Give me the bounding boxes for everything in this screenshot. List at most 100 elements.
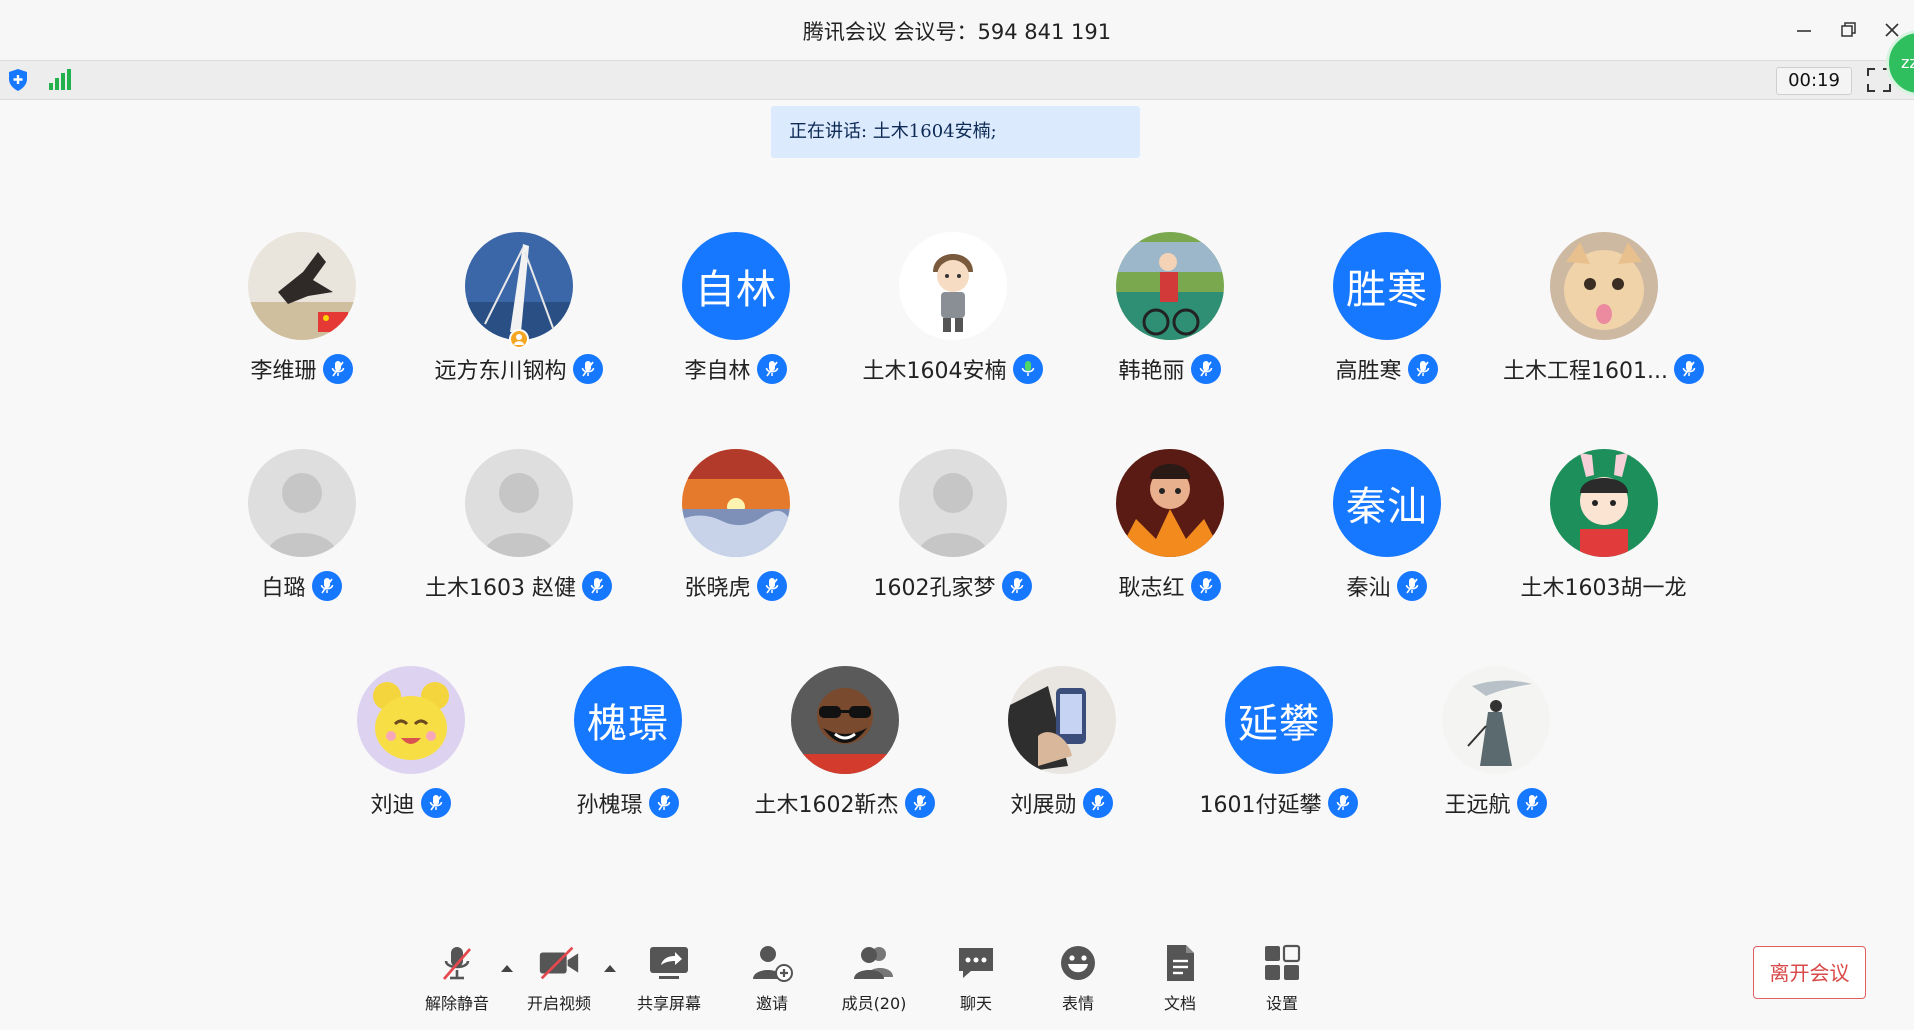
avatar-initials: 秦汕	[1333, 449, 1441, 557]
security-button[interactable]	[6, 67, 30, 97]
add-user-icon	[753, 946, 793, 982]
avatar	[1116, 449, 1224, 557]
mic-muted-icon	[1407, 354, 1438, 384]
share-screen-icon	[650, 947, 688, 979]
participant-tile[interactable]: 自林 李自林	[627, 232, 844, 402]
emoji-label: 表情	[1061, 994, 1094, 1013]
participant-tile[interactable]: 刘展勋	[953, 666, 1170, 836]
participant-name: 韩艳丽	[1118, 359, 1185, 384]
restore-button[interactable]	[1834, 16, 1862, 44]
participant-tile[interactable]: 远方东川钢构	[410, 232, 627, 402]
avatar-initials: 延攀	[1225, 666, 1333, 774]
participant-tile[interactable]: 槐璟 孙槐璟	[519, 666, 736, 836]
avatar: 延攀	[1225, 666, 1333, 774]
mic-muted-icon	[1190, 354, 1221, 384]
participant-name-row: 1602孔家梦	[844, 570, 1061, 602]
participant-tile[interactable]: 土木1603 赵健	[410, 449, 627, 619]
participant-name: 土木1602靳杰	[754, 793, 899, 818]
mic-muted-icon	[1327, 788, 1358, 818]
video-options-caret[interactable]	[603, 958, 617, 977]
avatar	[1550, 449, 1658, 557]
caret-up-icon	[501, 965, 513, 972]
chat-bubble-icon	[959, 948, 993, 978]
participant-name-row: 土木1604安楠	[844, 353, 1061, 385]
mic-muted-icon	[1396, 571, 1427, 601]
host-icon	[509, 329, 529, 349]
invite-label: 邀请	[755, 994, 788, 1013]
participant-tile[interactable]: 王远航	[1387, 666, 1604, 836]
signal-bars-icon	[49, 69, 71, 90]
members-button[interactable]: 成员(20)	[834, 940, 914, 1030]
speaking-banner: 正在讲话: 土木1604安楠;	[771, 106, 1140, 158]
mic-muted-icon	[648, 788, 679, 818]
network-signal[interactable]	[46, 67, 72, 97]
audio-options-caret[interactable]	[500, 958, 514, 977]
participant-tile[interactable]: 韩艳丽	[1061, 232, 1278, 402]
mic-muted-icon	[1673, 354, 1704, 384]
participant-name-row: 秦汕	[1278, 570, 1495, 602]
settings-button[interactable]: 设置	[1256, 940, 1308, 1030]
participant-tile[interactable]: 土木1604安楠	[844, 232, 1061, 402]
avatar-initials: 槐璟	[574, 666, 682, 774]
participant-tile[interactable]: 土木工程1601...	[1495, 232, 1712, 402]
unmute-button[interactable]: 解除静音	[420, 940, 494, 1030]
participant-name: 1602孔家梦	[873, 576, 996, 601]
participant-name: 土木工程1601...	[1503, 359, 1668, 384]
avatar	[899, 232, 1007, 340]
participant-name-row: 土木1603胡一龙	[1495, 570, 1712, 602]
participant-tile[interactable]: 1602孔家梦	[844, 449, 1061, 619]
share-screen-button[interactable]: 共享屏幕	[632, 940, 706, 1030]
participant-name: 土木1603胡一龙	[1520, 576, 1687, 601]
docs-button[interactable]: 文档	[1154, 940, 1206, 1030]
participant-name-row: 土木1602靳杰	[736, 787, 953, 819]
avatar	[248, 449, 356, 557]
participant-name-row: 刘迪	[302, 787, 519, 819]
leave-meeting-button[interactable]: 离开会议	[1753, 946, 1866, 999]
participant-tile[interactable]: 李维珊	[193, 232, 410, 402]
avatar	[1008, 666, 1116, 774]
avatar	[1116, 232, 1224, 340]
avatar: 胜寒	[1333, 232, 1441, 340]
participant-tile[interactable]: 白璐	[193, 449, 410, 619]
video-off-icon	[539, 946, 579, 980]
start-video-button[interactable]: 开启视频	[520, 940, 598, 1030]
participant-tile[interactable]: 土木1603胡一龙	[1495, 449, 1712, 619]
minimize-icon	[1797, 30, 1811, 32]
status-strip: 00:19	[0, 60, 1914, 100]
participant-tile[interactable]: 土木1602靳杰	[736, 666, 953, 836]
participant-name-row: 孙槐璟	[519, 787, 736, 819]
document-icon	[1167, 945, 1194, 981]
invite-button[interactable]: 邀请	[744, 940, 800, 1030]
participant-name-row: 李维珊	[193, 353, 410, 385]
mic-muted-icon	[1190, 571, 1221, 601]
docs-label: 文档	[1163, 994, 1196, 1013]
chat-button[interactable]: 聊天	[950, 940, 1002, 1030]
minimize-button[interactable]	[1790, 16, 1818, 44]
unmute-label: 解除静音	[424, 994, 489, 1013]
participant-name: 远方东川钢构	[434, 359, 567, 384]
mic-muted-icon	[311, 571, 342, 601]
participant-name: 刘迪	[370, 793, 415, 818]
participant-tile[interactable]: 秦汕 秦汕	[1278, 449, 1495, 619]
participant-name-row: 耿志红	[1061, 570, 1278, 602]
participant-tile[interactable]: 张晓虎	[627, 449, 844, 619]
participant-name: 耿志红	[1118, 576, 1185, 601]
avatar	[1442, 666, 1550, 774]
avatar	[465, 449, 573, 557]
participant-tile[interactable]: 胜寒 高胜寒	[1278, 232, 1495, 402]
participant-tile[interactable]: 延攀 1601付延攀	[1170, 666, 1387, 836]
share-screen-label: 共享屏幕	[636, 994, 701, 1013]
mic-muted-icon	[1082, 788, 1113, 818]
mic-muted-icon	[904, 788, 935, 818]
participant-name-row: 远方东川钢构	[410, 353, 627, 385]
participant-name-row: 李自林	[627, 353, 844, 385]
mic-muted-icon	[756, 354, 787, 384]
emoji-button[interactable]: 表情	[1052, 940, 1104, 1030]
participant-tile[interactable]: 刘迪	[302, 666, 519, 836]
participant-tile[interactable]: 耿志红	[1061, 449, 1278, 619]
avatar: 自林	[682, 232, 790, 340]
shield-icon	[9, 69, 27, 91]
avatar	[791, 666, 899, 774]
chat-label: 聊天	[959, 994, 992, 1013]
mic-muted-icon	[1516, 788, 1547, 818]
